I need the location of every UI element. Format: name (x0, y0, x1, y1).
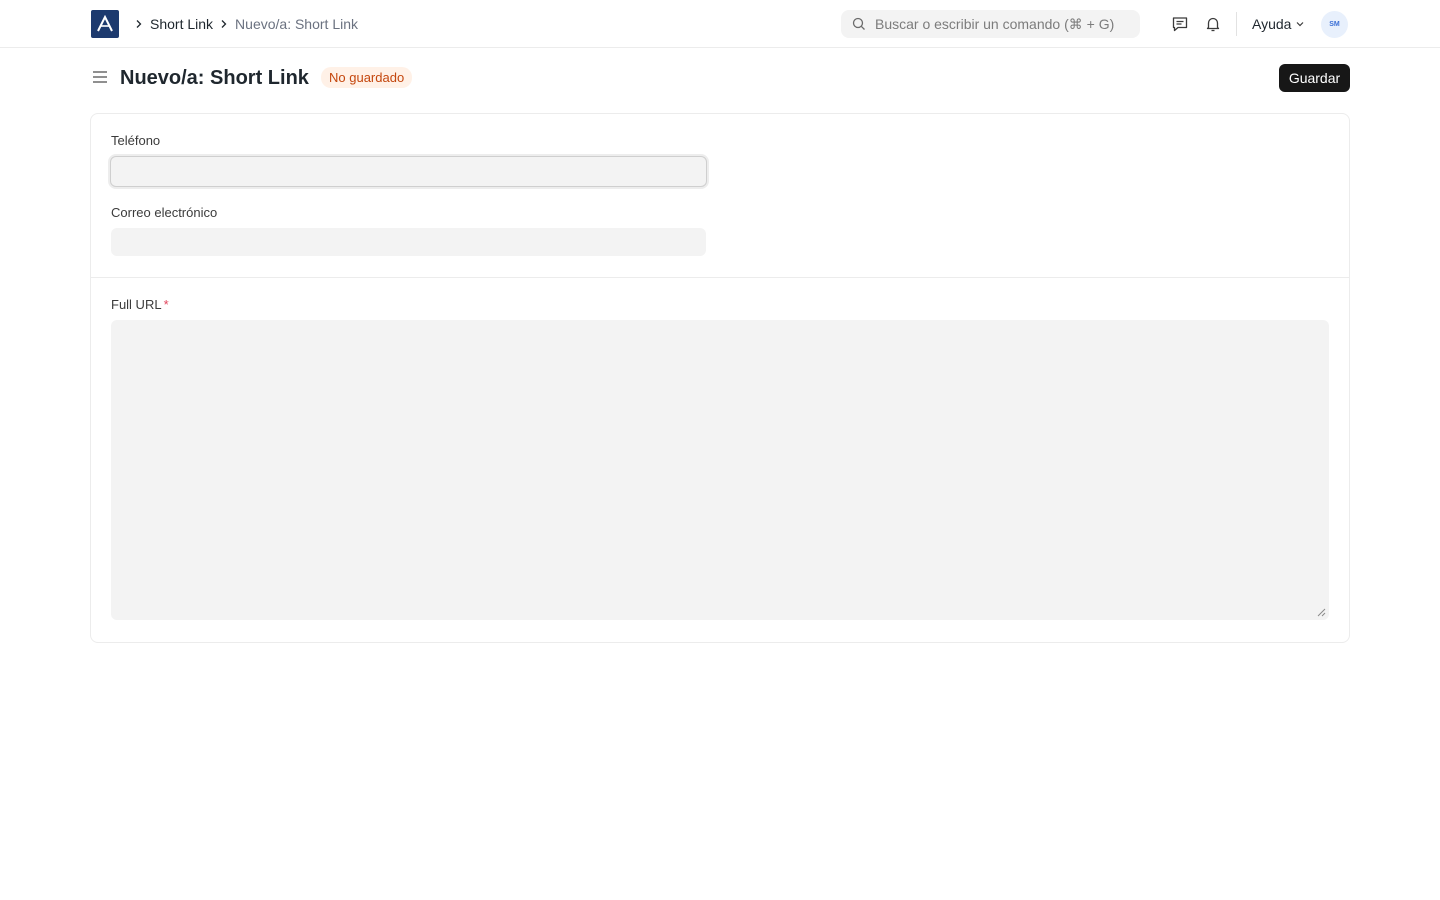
section-divider (91, 277, 1349, 278)
breadcrumb-short-link[interactable]: Short Link (150, 16, 213, 32)
avatar[interactable]: SM (1321, 11, 1348, 38)
phone-label: Teléfono (111, 133, 161, 148)
status-badge: No guardado (321, 67, 413, 88)
search-icon (852, 17, 866, 31)
help-label: Ayuda (1252, 16, 1292, 32)
bell-icon[interactable] (1203, 14, 1223, 34)
resize-grip-icon[interactable] (1317, 608, 1326, 617)
required-marker: * (163, 297, 169, 312)
form-card: Teléfono Correo electrónico Full URL * (90, 113, 1350, 643)
full-url-label-text: Full URL (111, 297, 162, 312)
full-url-textarea[interactable] (111, 320, 1329, 620)
full-url-label: Full URL * (111, 297, 169, 312)
navbar: Short Link Nuevo/a: Short Link Buscar o … (0, 0, 1440, 48)
chevron-right-icon (213, 19, 235, 29)
email-field[interactable] (111, 228, 706, 256)
phone-field[interactable] (110, 156, 707, 187)
search-input[interactable]: Buscar o escribir un comando (⌘ + G) (841, 10, 1140, 38)
page-title: Nuevo/a: Short Link (120, 67, 309, 89)
chevron-right-icon (128, 19, 150, 29)
breadcrumb-current[interactable]: Nuevo/a: Short Link (235, 16, 358, 32)
help-dropdown[interactable]: Ayuda (1252, 0, 1305, 48)
chevron-down-icon (1297, 22, 1304, 27)
search-placeholder: Buscar o escribir un comando (⌘ + G) (875, 15, 1115, 32)
save-button[interactable]: Guardar (1279, 64, 1350, 92)
chat-icon[interactable] (1170, 14, 1190, 34)
breadcrumb: Short Link Nuevo/a: Short Link (128, 0, 358, 48)
navbar-divider (1236, 12, 1237, 36)
email-label: Correo electrónico (111, 205, 218, 220)
app-logo-icon[interactable] (91, 10, 119, 38)
hamburger-menu-icon[interactable] (91, 68, 109, 86)
